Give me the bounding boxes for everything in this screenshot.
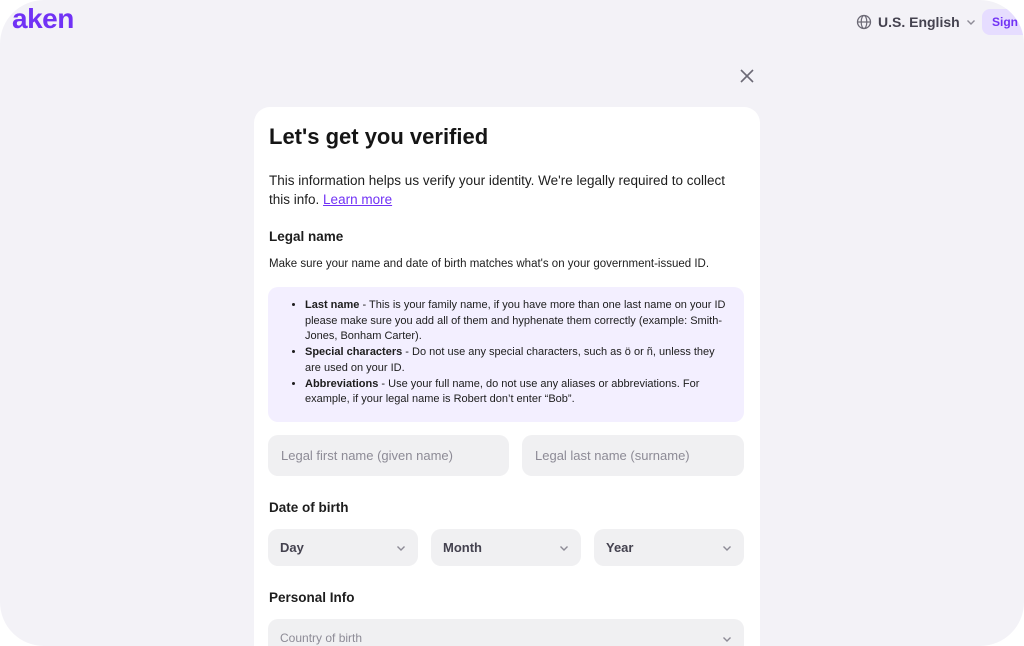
brand-logo[interactable]: aken: [12, 3, 74, 35]
learn-more-link[interactable]: Learn more: [323, 192, 392, 207]
verification-card: Let's get you verified This information …: [254, 107, 760, 646]
day-select[interactable]: Day: [268, 529, 418, 566]
name-tips-list: Last name - This is your family name, if…: [293, 298, 730, 408]
personal-info-heading: Personal Info: [269, 590, 355, 605]
legal-name-hint: Make sure your name and date of birth ma…: [269, 258, 710, 270]
name-tips-box: Last name - This is your family name, if…: [268, 287, 744, 422]
page-title: Let's get you verified: [269, 124, 489, 149]
day-select-label: Day: [280, 540, 304, 555]
first-name-placeholder: Legal first name (given name): [281, 448, 453, 463]
tip-term: Last name: [305, 299, 360, 311]
chevron-down-icon: [723, 545, 731, 551]
first-name-input[interactable]: Legal first name (given name): [268, 435, 509, 476]
legal-name-heading: Legal name: [269, 229, 344, 244]
date-of-birth-heading: Date of birth: [269, 500, 349, 515]
language-selector[interactable]: U.S. English: [856, 12, 976, 32]
tip-last-name: Last name - This is your family name, if…: [305, 298, 730, 345]
chevron-down-icon: [397, 545, 405, 551]
country-of-birth-placeholder: Country of birth: [280, 631, 363, 645]
year-select-label: Year: [606, 540, 634, 555]
tip-abbreviations: Abbreviations - Use your full name, do n…: [305, 377, 730, 408]
globe-icon: [856, 14, 872, 30]
month-select[interactable]: Month: [431, 529, 581, 566]
close-icon[interactable]: [738, 67, 756, 85]
month-select-label: Month: [443, 540, 482, 555]
chevron-down-icon: [966, 20, 975, 25]
intro-text: This information helps us verify your id…: [269, 171, 749, 209]
tip-special-characters: Special characters - Do not use any spec…: [305, 345, 730, 376]
signup-button[interactable]: Sign up: [982, 9, 1024, 35]
last-name-input[interactable]: Legal last name (surname): [522, 435, 744, 476]
last-name-placeholder: Legal last name (surname): [535, 448, 690, 463]
tip-term: Abbreviations: [305, 377, 379, 390]
page-frame: aken U.S. English Sign up Let's get you …: [0, 0, 1024, 646]
year-select[interactable]: Year: [594, 529, 744, 566]
tip-term: Special characters: [305, 346, 403, 359]
chevron-down-icon: [723, 637, 731, 642]
tip-text: - This is your family name, if you have …: [305, 299, 726, 343]
country-of-birth-select[interactable]: Country of birth: [268, 619, 744, 646]
chevron-down-icon: [560, 545, 568, 551]
language-label: U.S. English: [878, 14, 960, 30]
